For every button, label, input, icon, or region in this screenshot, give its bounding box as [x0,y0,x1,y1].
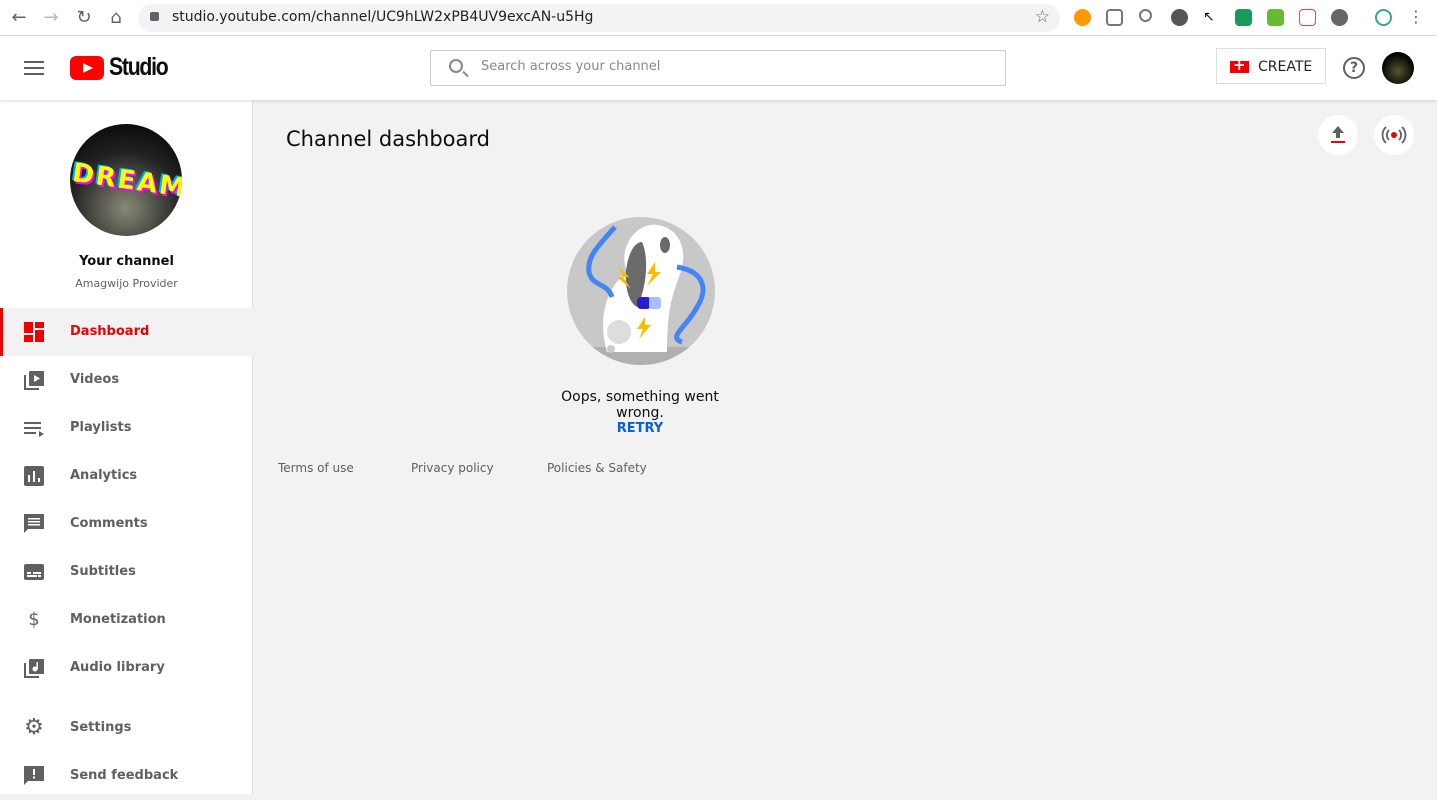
sidebar-item-label: Videos [70,372,120,387]
sidebar-item-label: Subtitles [70,564,136,579]
extension-video-icon[interactable] [1299,9,1316,26]
menu-icon[interactable] [24,61,44,79]
extension-green-icon[interactable] [1267,9,1284,26]
sidebar-item-comments[interactable]: Comments [0,500,253,548]
help-icon[interactable]: ? [1343,57,1365,79]
videos-icon [24,370,44,390]
avatar-art-text: DREAM [70,158,182,204]
extension-bolt-icon[interactable] [1331,9,1348,26]
channel-avatar[interactable]: DREAM [70,124,182,236]
extension-green-search-icon[interactable] [1235,9,1252,26]
create-button[interactable]: CREATE [1216,48,1326,84]
sidebar-item-label: Playlists [70,420,132,435]
sidebar-item-subtitles[interactable]: Subtitles [0,548,253,596]
extension-icon[interactable] [1074,9,1091,26]
sidebar-item-analytics[interactable]: Analytics [0,452,253,500]
privacy-policy-link[interactable]: Privacy policy [411,461,494,475]
error-illustration [567,217,715,365]
sidebar-item-label: Audio library [70,660,165,675]
studio-header: Studio CREATE ? [0,36,1437,100]
go-live-button[interactable] [1374,115,1414,155]
analytics-icon [24,466,44,486]
terms-of-use-link[interactable]: Terms of use [278,461,354,475]
browser-menu-icon[interactable]: ⋮ [1405,7,1427,26]
studio-logo-text[interactable]: Studio [109,53,169,82]
search-box[interactable] [430,50,1006,86]
reload-icon[interactable]: ↻ [73,7,95,28]
account-avatar[interactable] [1382,52,1414,84]
sidebar-item-label: Monetization [70,612,166,627]
sidebar: DREAM Your channel Amagwijo Provider Das… [0,100,253,794]
live-broadcast-icon [1381,126,1407,144]
sidebar-item-label: Dashboard [70,324,150,339]
browser-toolbar: ← → ↻ ⌂ studio.youtube.com/channel/UC9hL… [0,0,1437,36]
feedback-icon [24,766,44,786]
address-bar[interactable]: studio.youtube.com/channel/UC9hLW2xPB4UV… [138,4,1060,32]
subtitles-icon [24,562,44,582]
dashboard-icon [24,322,44,342]
extension-search-icon[interactable] [1139,9,1152,22]
sidebar-item-label: Send feedback [70,768,179,783]
sidebar-item-playlists[interactable]: Playlists [0,404,253,452]
extension-home-icon[interactable] [1106,9,1123,26]
create-label: CREATE [1258,59,1313,75]
channel-title: Your channel [79,254,174,269]
search-input[interactable] [481,59,961,74]
sidebar-item-audio-library[interactable]: Audio library [0,644,253,692]
home-icon[interactable]: ⌂ [105,7,127,28]
back-icon[interactable]: ← [8,7,30,28]
search-icon[interactable] [449,59,463,73]
playlists-icon [24,418,44,438]
youtube-logo-icon[interactable] [70,56,104,80]
sidebar-item-label: Comments [70,516,148,531]
extension-infinity-icon[interactable] [1375,9,1392,26]
gear-icon: ⚙ [24,715,44,740]
sidebar-item-send-feedback[interactable]: Send feedback [0,752,253,800]
extension-ninja-icon[interactable] [1171,9,1188,26]
forward-icon[interactable]: → [40,7,62,28]
sidebar-item-label: Analytics [70,468,138,483]
upload-button[interactable] [1318,115,1358,155]
retry-button[interactable]: RETRY [540,421,740,436]
policies-safety-link[interactable]: Policies & Safety [547,461,647,475]
comments-icon [24,514,44,534]
extension-cursor-icon[interactable]: ↖ [1203,9,1220,26]
error-message: Oops, something went wrong. [561,389,719,421]
channel-name: Amagwijo Provider [75,277,178,290]
dollar-icon: $ [28,609,40,630]
lock-icon [150,12,159,21]
sidebar-item-dashboard[interactable]: Dashboard [0,308,253,356]
sidebar-item-label: Settings [70,720,132,735]
sidebar-item-monetization[interactable]: $ Monetization [0,596,253,644]
url-text[interactable]: studio.youtube.com/channel/UC9hLW2xPB4UV… [172,9,593,25]
sidebar-item-settings[interactable]: ⚙ Settings [0,704,253,752]
page-title: Channel dashboard [286,127,490,151]
upload-icon [1331,126,1345,143]
video-camera-plus-icon [1230,56,1249,74]
sidebar-item-videos[interactable]: Videos [0,356,253,404]
bookmark-star-icon[interactable]: ☆ [1035,7,1050,27]
audio-library-icon [24,658,44,678]
